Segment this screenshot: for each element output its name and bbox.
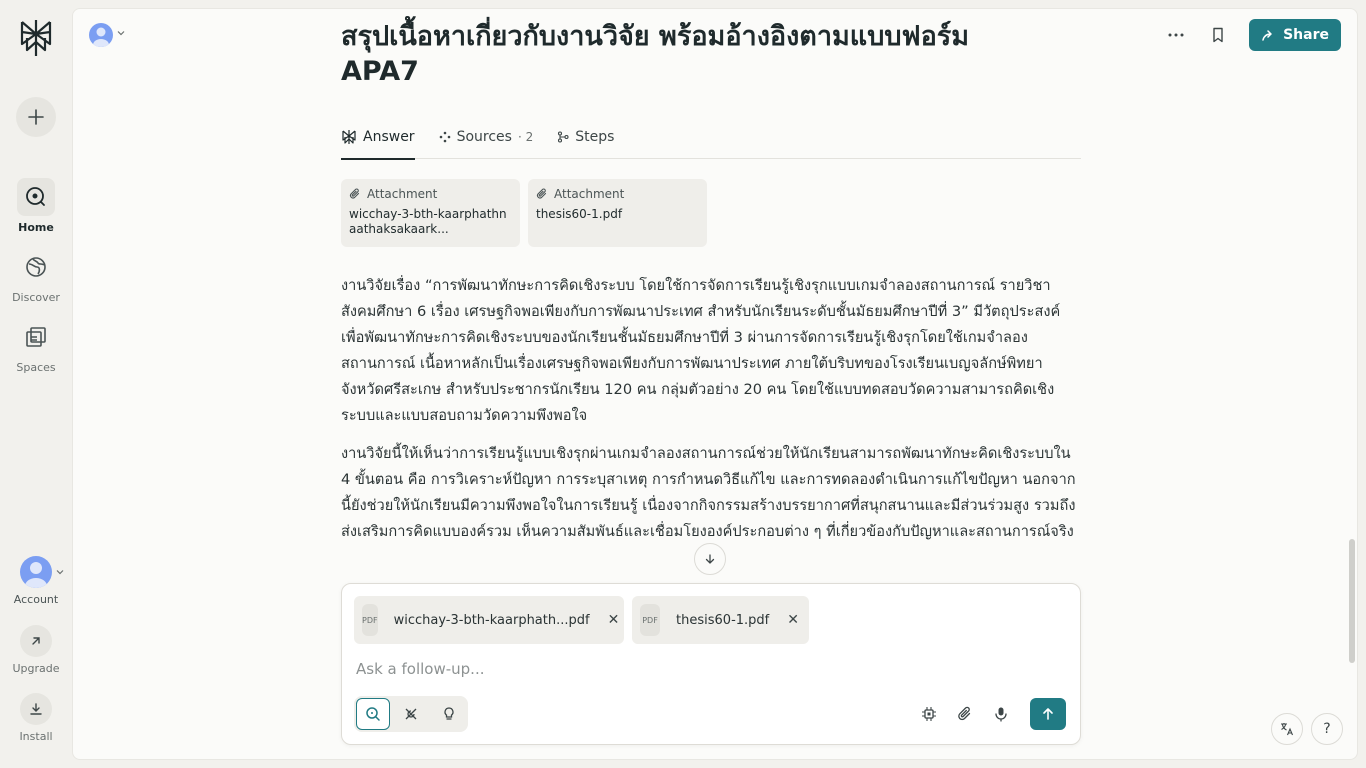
account-label: Account: [13, 593, 59, 606]
follow-up-input[interactable]: [356, 660, 956, 678]
lightbulb-icon: [444, 707, 454, 720]
attachment-label: Attachment: [554, 187, 625, 201]
labs-mode-button[interactable]: [432, 698, 466, 730]
upgrade-button[interactable]: Upgrade: [0, 625, 72, 675]
tab-steps[interactable]: Steps: [557, 115, 614, 159]
sources-count: · 2: [517, 130, 534, 144]
tab-answer[interactable]: Answer: [341, 115, 415, 160]
sidebar-item-label: Spaces: [16, 361, 56, 374]
tab-label: Answer: [363, 129, 415, 145]
composer-tools: [918, 698, 1066, 730]
more-options-icon[interactable]: [1165, 24, 1187, 46]
chevron-down-icon[interactable]: [117, 29, 125, 37]
pdf-file-icon: PDF: [362, 604, 378, 636]
arrow-down-icon: [705, 554, 715, 564]
model-chip-icon[interactable]: [918, 703, 940, 725]
share-label: Share: [1283, 27, 1329, 43]
perplexity-logo-icon[interactable]: [18, 18, 54, 58]
translate-icon[interactable]: [1271, 713, 1303, 745]
composer-file-chip: PDF thesis60-1.pdf ✕: [632, 596, 809, 644]
sidebar-item-label: Discover: [12, 291, 60, 304]
attachment-label: Attachment: [367, 187, 438, 201]
composer: PDF wicchay-3-bth-kaarphath...pdf ✕ PDF …: [341, 583, 1081, 745]
home-icon: [17, 178, 55, 216]
sidebar-item-home[interactable]: Home: [0, 178, 72, 234]
share-icon: [1262, 30, 1272, 41]
answer-body: งานวิจัยเรื่อง “การพัฒนาทักษะการคิดเชิงร…: [341, 273, 1081, 557]
sidebar-item-discover[interactable]: Discover: [0, 248, 72, 304]
pdf-file-icon: PDF: [640, 604, 661, 636]
tab-label: Steps: [575, 129, 615, 145]
account-button[interactable]: Account: [0, 556, 72, 606]
scrollbar[interactable]: [1349, 539, 1355, 663]
avatar: [20, 556, 52, 588]
upgrade-label: Upgrade: [12, 662, 60, 675]
composer-file-chip: PDF wicchay-3-bth-kaarphath...pdf ✕: [354, 596, 624, 644]
sidebar-item-spaces[interactable]: Spaces: [0, 318, 72, 374]
arrow-up-right-icon: [20, 625, 52, 657]
search-icon: [366, 707, 380, 721]
plus-icon: [28, 109, 44, 125]
tab-sources[interactable]: Sources · 2: [439, 115, 534, 159]
user-avatar-button[interactable]: [89, 23, 113, 47]
thread-tabs: Answer Sources · 2 Steps: [341, 115, 1081, 160]
answer-paragraph: งานวิจัยนี้ให้เห็นว่าการเรียนรู้แบบเชิงร…: [341, 445, 1076, 540]
attachments-list: Attachment wicchay-3-bth-kaarphathnaatha…: [341, 179, 707, 247]
steps-icon: [558, 131, 569, 143]
microphone-icon[interactable]: [990, 703, 1012, 725]
globe-icon: [17, 248, 55, 286]
research-icon: [405, 708, 417, 720]
install-label: Install: [19, 730, 53, 743]
sidebar-item-label: Home: [18, 221, 54, 234]
tab-label: Sources: [456, 129, 512, 145]
remove-file-button[interactable]: ✕: [608, 612, 620, 628]
install-button[interactable]: Install: [0, 693, 72, 743]
sources-icon: [439, 131, 450, 143]
sidebar: Home Discover Spaces Account Upgrade Ins…: [0, 0, 72, 768]
search-mode-button[interactable]: [356, 698, 390, 730]
submit-button[interactable]: [1030, 698, 1066, 730]
attachment-card[interactable]: Attachment wicchay-3-bth-kaarphathnaatha…: [341, 179, 520, 247]
attachment-card[interactable]: Attachment thesis60-1.pdf: [528, 179, 707, 247]
paperclip-icon: [349, 188, 360, 199]
thread-actions: Share: [1165, 19, 1341, 51]
attachment-name: wicchay-3-bth-kaarphathnaathaksakaark...: [349, 207, 507, 236]
bookmark-icon[interactable]: [1207, 24, 1229, 46]
answer-paragraph: งานวิจัยเรื่อง “การพัฒนาทักษะการคิดเชิงร…: [341, 277, 1061, 424]
research-mode-button[interactable]: [394, 698, 428, 730]
chevron-down-icon: [56, 570, 64, 575]
scroll-to-bottom-button[interactable]: [694, 543, 726, 575]
help-icon[interactable]: ?: [1311, 713, 1343, 745]
spaces-icon: [17, 318, 55, 356]
search-mode-switcher: [354, 696, 468, 732]
share-button[interactable]: Share: [1249, 19, 1341, 51]
file-name: thesis60-1.pdf: [676, 612, 770, 628]
arrow-up-icon: [1043, 708, 1053, 720]
attach-paperclip-icon[interactable]: [954, 703, 976, 725]
paperclip-icon: [536, 188, 547, 199]
perplexity-answer-icon: [342, 130, 356, 144]
new-thread-button[interactable]: [16, 97, 56, 137]
remove-file-button[interactable]: ✕: [787, 612, 799, 628]
page-title: สรุปเนื้อหาเกี่ยวกับงานวิจัย พร้อมอ้างอิ…: [341, 21, 970, 87]
main-panel: สรุปเนื้อหาเกี่ยวกับงานวิจัย พร้อมอ้างอิ…: [72, 8, 1358, 760]
file-name: wicchay-3-bth-kaarphath...pdf: [393, 612, 590, 628]
attachment-name: thesis60-1.pdf: [536, 207, 623, 221]
download-icon: [20, 693, 52, 725]
